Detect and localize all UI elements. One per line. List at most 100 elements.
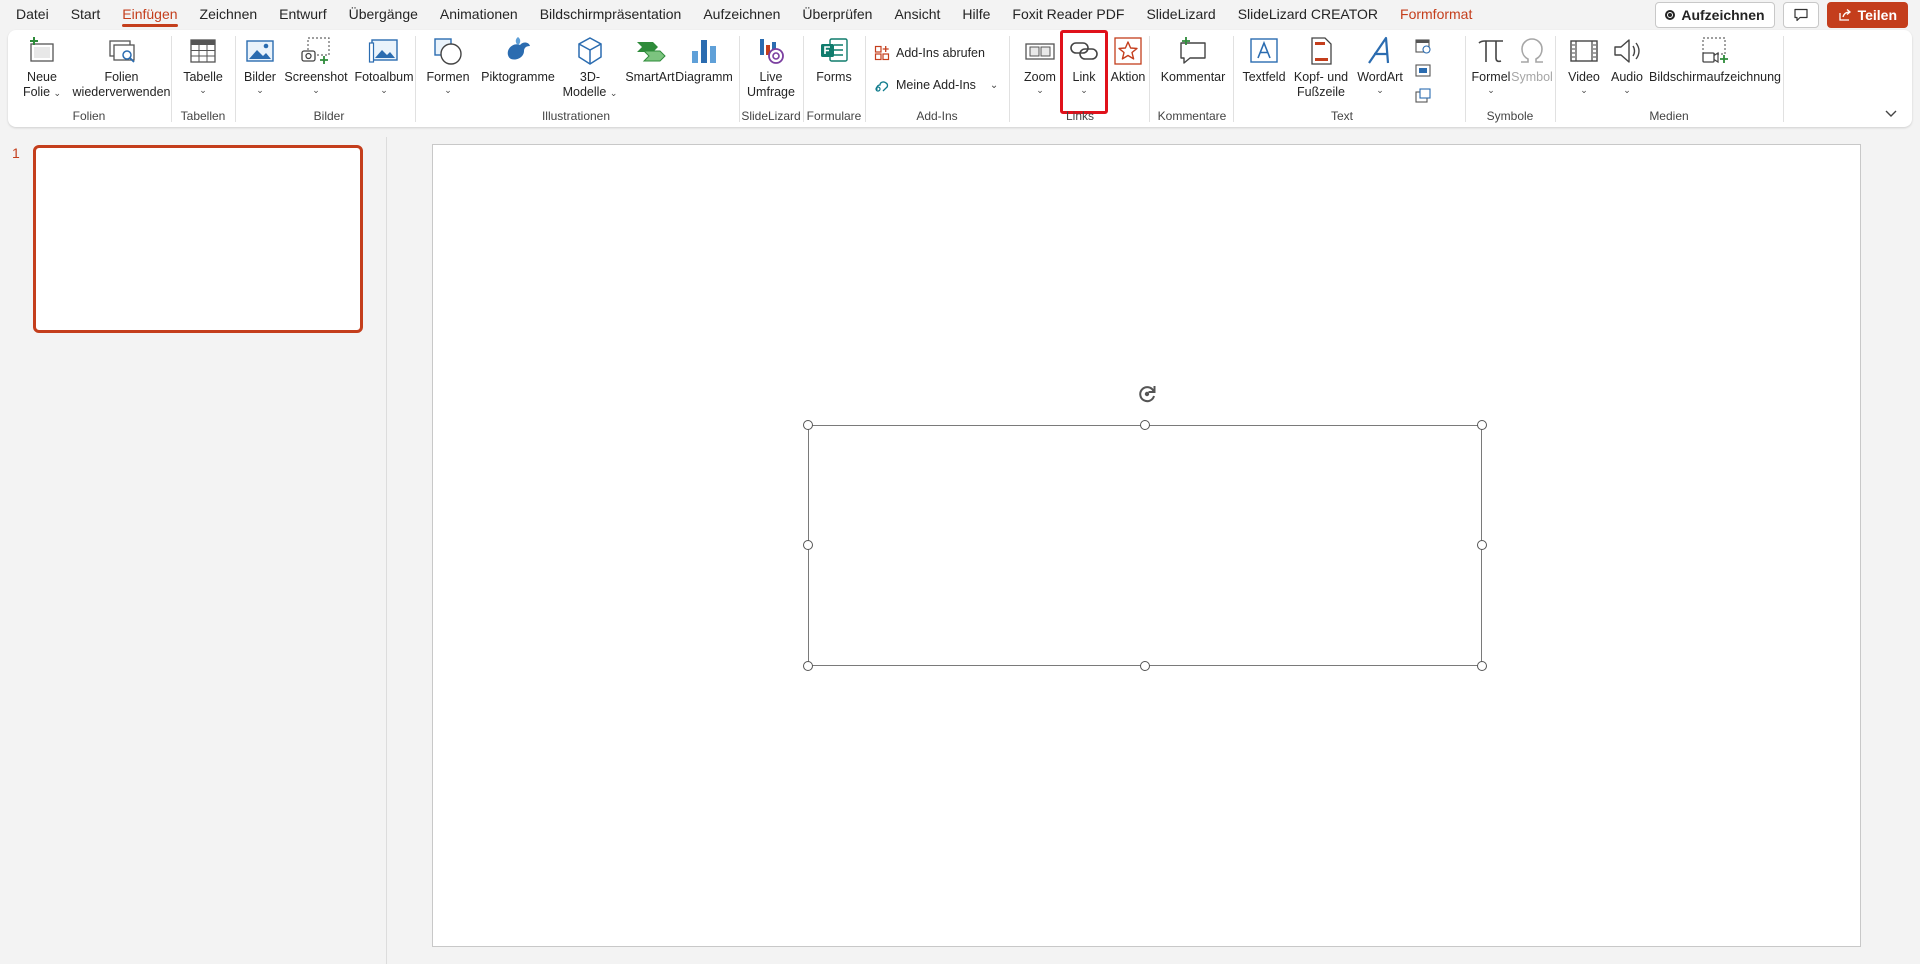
ribbon: Neue Folie ⌄ Folien wiederverwenden Foli… [8, 30, 1912, 127]
forms-button[interactable]: Forms [810, 32, 858, 106]
chevron-down-icon: ⌄ [53, 88, 62, 98]
new-slide-icon [30, 37, 54, 62]
resize-handle-bottom[interactable] [1140, 661, 1150, 671]
slide-number-icon[interactable] [1414, 62, 1432, 80]
smartart-button[interactable]: SmartArt [624, 32, 676, 106]
new-slide-button[interactable]: Neue Folie ⌄ [14, 32, 70, 106]
group-links: Zoom ⌄ Link ⌄ Aktion Links [1010, 30, 1150, 127]
bar-chart-icon [692, 40, 716, 63]
tab-foxit-reader-pdf[interactable]: Foxit Reader PDF [1001, 0, 1135, 29]
wordart-button[interactable]: WordArt ⌄ [1354, 32, 1406, 106]
collapse-ribbon-icon[interactable] [1884, 109, 1898, 119]
pi-icon [1478, 40, 1503, 63]
resize-handle-bottom-right[interactable] [1477, 661, 1487, 671]
3d-cube-icon [578, 37, 602, 65]
equation-button[interactable]: Formel ⌄ [1468, 32, 1514, 106]
action-button[interactable]: Aktion [1106, 32, 1150, 106]
share-label: Teilen [1857, 7, 1897, 23]
object-icon[interactable] [1414, 87, 1432, 105]
date-time-icon[interactable] [1414, 37, 1432, 55]
tab-uebergaenge[interactable]: Übergänge [338, 0, 429, 29]
symbol-button[interactable]: Symbol [1511, 32, 1553, 106]
3d-models-button[interactable]: 3D- Modelle ⌄ [560, 32, 620, 106]
tab-slidelizard[interactable]: SlideLizard [1135, 0, 1226, 29]
screenshot-button[interactable]: Screenshot ⌄ [284, 32, 348, 106]
tab-ansicht[interactable]: Ansicht [883, 0, 951, 29]
record-button[interactable]: Aufzeichnen [1655, 2, 1775, 28]
group-label-medien: Medien [1649, 109, 1689, 123]
resize-handle-top-right[interactable] [1477, 420, 1487, 430]
rotate-handle-icon[interactable] [1135, 382, 1159, 406]
group-folien: Neue Folie ⌄ Folien wiederverwenden Foli… [8, 30, 171, 127]
screen-recording-button[interactable]: Bildschirmaufzeichnung [1649, 32, 1781, 106]
tab-formformat[interactable]: Formformat [1389, 0, 1483, 29]
forms-icon [821, 38, 848, 62]
comment-button[interactable]: Kommentar [1158, 32, 1228, 106]
menu-bar: Datei Start Einfügen Zeichnen Entwurf Üb… [0, 0, 1920, 29]
pictures-button[interactable]: Bilder ⌄ [238, 32, 282, 106]
ribbon-separator [1783, 36, 1784, 122]
record-label: Aufzeichnen [1681, 7, 1765, 23]
shapes-button[interactable]: Formen ⌄ [424, 32, 472, 106]
get-addins-button[interactable]: Add-Ins abrufen [874, 41, 985, 65]
chart-button[interactable]: Diagramm [674, 32, 734, 106]
reuse-slides-button[interactable]: Folien wiederverwenden [73, 32, 171, 106]
tab-slidelizard-creator[interactable]: SlideLizard CREATOR [1227, 0, 1389, 29]
group-tabellen: Tabelle ⌄ Tabellen [172, 30, 234, 127]
video-icon [1570, 40, 1598, 62]
zoom-button[interactable]: Zoom ⌄ [1016, 32, 1064, 106]
wordart-icon [1368, 36, 1390, 64]
tab-start[interactable]: Start [60, 0, 112, 29]
new-comment-icon [1180, 37, 1206, 64]
tab-bildschirmpraesentation[interactable]: Bildschirmpräsentation [529, 0, 693, 29]
group-label-text: Text [1330, 109, 1353, 123]
menu-right-actions: Aufzeichnen Teilen [1655, 2, 1908, 28]
tab-animationen[interactable]: Animationen [429, 0, 529, 29]
screen-recording-icon [1702, 37, 1728, 64]
resize-handle-right[interactable] [1477, 540, 1487, 550]
slide-number: 1 [12, 145, 20, 161]
icons-button[interactable]: Piktogramme [480, 32, 556, 106]
chevron-down-icon: ⌄ [1080, 85, 1088, 95]
group-medien: Video ⌄ Audio ⌄ Bildschirmaufzeichnung M… [1556, 30, 1782, 127]
resize-handle-top[interactable] [1140, 420, 1150, 430]
tab-einfuegen[interactable]: Einfügen [111, 0, 188, 29]
tab-entwurf[interactable]: Entwurf [268, 0, 337, 29]
group-label-slidelizard: SlideLizard [741, 109, 801, 123]
selected-shape[interactable] [803, 420, 1487, 671]
photo-album-icon [368, 39, 398, 63]
chevron-down-icon: ⌄ [1623, 85, 1631, 95]
group-label-formulare: Formulare [806, 109, 862, 123]
chevron-down-icon: ⌄ [444, 85, 452, 95]
textbox-icon [1250, 38, 1278, 63]
live-poll-button[interactable]: Live Umfrage [744, 32, 798, 106]
tab-ueberpruefen[interactable]: Überprüfen [791, 0, 883, 29]
share-icon [1838, 9, 1851, 21]
tab-hilfe[interactable]: Hilfe [951, 0, 1001, 29]
shapes-icon [434, 38, 462, 65]
resize-handle-left[interactable] [803, 540, 813, 550]
action-star-icon [1114, 37, 1142, 65]
my-addins-button[interactable]: Meine Add-Ins ⌄ [874, 73, 998, 97]
photo-album-button[interactable]: Fotoalbum ⌄ [352, 32, 416, 106]
video-button[interactable]: Video ⌄ [1560, 32, 1608, 106]
group-formulare: Forms Formulare [804, 30, 864, 127]
header-footer-button[interactable]: Kopf- und Fußzeile [1290, 32, 1352, 106]
audio-button[interactable]: Audio ⌄ [1606, 32, 1648, 106]
tab-zeichnen[interactable]: Zeichnen [189, 0, 269, 29]
record-icon [1665, 10, 1676, 20]
group-addins: Add-Ins abrufen Meine Add-Ins ⌄ Add-Ins [866, 30, 1008, 127]
table-button[interactable]: Tabelle ⌄ [178, 32, 228, 106]
addins-store-icon [874, 45, 890, 61]
textbox-button[interactable]: Textfeld [1240, 32, 1288, 106]
link-button[interactable]: Link ⌄ [1060, 30, 1108, 114]
resize-handle-bottom-left[interactable] [803, 661, 813, 671]
comments-button[interactable] [1782, 2, 1819, 28]
slide-thumbnail[interactable] [33, 145, 363, 333]
tab-aufzeichnen[interactable]: Aufzeichnen [692, 0, 791, 29]
share-button[interactable]: Teilen [1826, 2, 1908, 28]
tab-datei[interactable]: Datei [0, 0, 60, 29]
speaker-icon [1614, 39, 1640, 63]
my-addins-icon [875, 81, 889, 92]
resize-handle-top-left[interactable] [803, 420, 813, 430]
